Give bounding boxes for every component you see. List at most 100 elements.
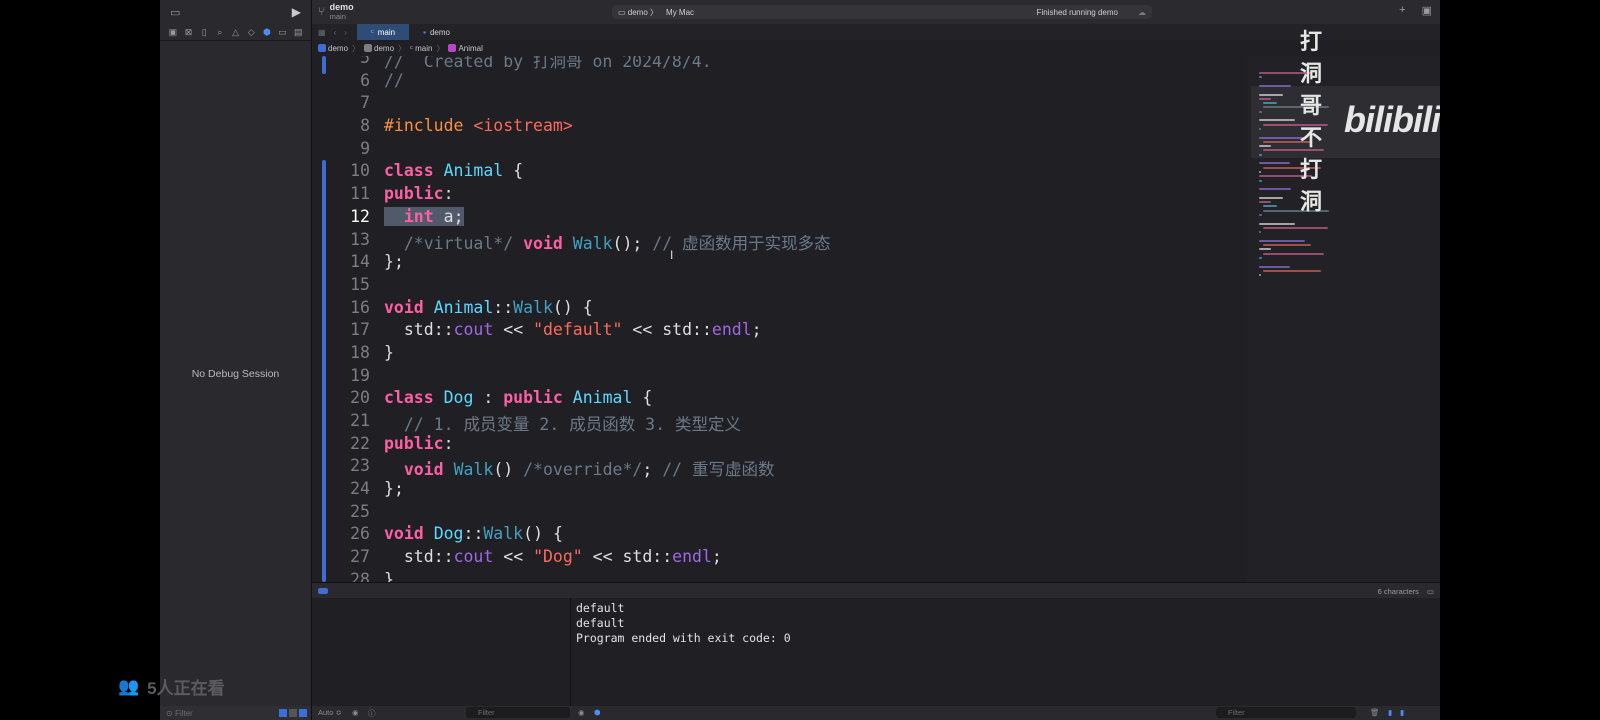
scheme-selector[interactable]: ▭ demo 〉 — [618, 7, 658, 18]
minimap-line — [1263, 102, 1277, 105]
line-number[interactable]: 9 — [312, 139, 384, 162]
branch-name: main — [329, 12, 346, 21]
line-number[interactable]: 21 — [312, 411, 384, 434]
code-text: void Animal::Walk() { — [384, 297, 593, 317]
line-number[interactable]: 22 — [312, 434, 384, 457]
line-number[interactable]: 15 — [312, 275, 384, 298]
selection-count: 6 characters — [1377, 586, 1419, 596]
line-number[interactable]: 16 — [312, 298, 384, 321]
breadcrumb-separator: 〉 — [352, 43, 361, 53]
destination-selector[interactable]: My Mac — [666, 8, 694, 17]
minimap-line — [1259, 110, 1263, 113]
navigator-filter[interactable]: ⊙ Filter — [160, 706, 311, 720]
code-lines: 5// Created by 打洞哥 on 2024/8/4. 6//7 8 #inc… — [312, 56, 831, 582]
back-icon[interactable]: ‹ — [334, 28, 337, 37]
text-cursor-icon: I — [670, 248, 674, 262]
info-icon[interactable]: ⓘ — [368, 708, 376, 719]
line-number[interactable]: 27 — [312, 547, 384, 570]
navigator-tabs: ▣ ⊠ ▯ ⌕ △ ◇ ⬢ ▭ ▤ — [160, 24, 311, 41]
tests-icon[interactable]: ◇ — [246, 27, 256, 38]
minimap-line — [1259, 97, 1271, 100]
project-info[interactable]: ⑂ demo main — [318, 3, 354, 22]
line-number[interactable]: 18 — [312, 343, 384, 366]
bookmark-icon[interactable]: ▯ — [199, 27, 209, 38]
line-number[interactable]: 17 — [312, 320, 384, 343]
add-icon[interactable]: + — [1399, 4, 1405, 17]
cloud-icon: ☁ — [1138, 7, 1146, 17]
issues-icon[interactable]: △ — [231, 27, 241, 38]
activity-viewer[interactable]: ▭ demo 〉 My Mac Finished running demo ☁ — [612, 5, 1152, 19]
line-number[interactable]: 6 — [312, 71, 384, 94]
line-number[interactable]: 10 — [312, 161, 384, 184]
layout-icon[interactable]: ▭ — [1427, 587, 1434, 596]
variables-filter[interactable]: Filter — [466, 707, 570, 718]
split-left-icon[interactable]: ▮ — [1388, 708, 1392, 717]
line-number[interactable]: 20 — [312, 388, 384, 411]
eye-icon[interactable]: ◉ — [578, 708, 585, 717]
code-text: // — [384, 70, 404, 90]
line-number[interactable]: 11 — [312, 184, 384, 207]
code-line: 11 public: — [312, 184, 831, 207]
eye-icon[interactable]: ◉ — [352, 708, 359, 717]
run-button[interactable]: ▶ — [292, 5, 301, 19]
filter-toggle-1[interactable] — [279, 709, 287, 717]
code-line: 26 void Dog::Walk() { — [312, 524, 831, 547]
grid-icon[interactable]: ▦ — [318, 28, 326, 37]
console-target-icon[interactable]: ⬢ — [594, 708, 601, 717]
trash-icon[interactable]: 🗑 — [1370, 708, 1380, 717]
auto-selector[interactable]: Auto ≎ — [318, 708, 342, 717]
line-number[interactable]: 13 — [312, 230, 384, 253]
line-number[interactable]: 19 — [312, 366, 384, 389]
filter-toggle-3[interactable] — [299, 709, 307, 717]
code-text: public: — [384, 433, 454, 453]
split-right-icon[interactable]: ▮ — [1400, 708, 1404, 717]
line-number[interactable]: 25 — [312, 502, 384, 525]
line-number[interactable]: 26 — [312, 524, 384, 547]
breadcrumb-symbol[interactable]: Animal — [448, 44, 483, 53]
folder-icon[interactable]: ▣ — [168, 27, 178, 38]
line-number[interactable]: 5 — [312, 56, 384, 71]
tab-main[interactable]: ᶜ main — [356, 24, 410, 40]
minimap-line — [1259, 136, 1305, 139]
line-number[interactable]: 8 — [312, 116, 384, 139]
line-number[interactable]: 12 — [312, 207, 384, 230]
filter-toggles — [279, 709, 311, 717]
code-line: 20 class Dog : public Animal { — [312, 388, 831, 411]
code-editor[interactable]: 5// Created by 打洞哥 on 2024/8/4. 6//7 8 #inc… — [312, 56, 1247, 582]
breakpoints-icon[interactable]: ▭ — [278, 27, 288, 38]
code-line: 28} — [312, 570, 831, 582]
inspector-toggle-icon[interactable]: ▣ — [1422, 4, 1432, 17]
c-file-icon: ᶜ — [370, 27, 374, 37]
minimap-line — [1259, 127, 1261, 130]
line-number[interactable]: 14 — [312, 252, 384, 275]
breadcrumb-folder-label: demo — [374, 43, 395, 53]
minimap-line — [1259, 84, 1292, 87]
find-icon[interactable]: ⌕ — [215, 27, 225, 38]
minimap-line — [1259, 145, 1271, 148]
source-control-icon[interactable]: ⊠ — [184, 27, 194, 38]
reports-icon[interactable]: ▤ — [293, 27, 303, 38]
forward-icon[interactable]: › — [344, 28, 347, 37]
debug-icon[interactable]: ⬢ — [262, 27, 272, 38]
debug-area-toggle[interactable] — [318, 588, 328, 594]
line-number[interactable]: 7 — [312, 93, 384, 116]
navigator-toolbar: ▭ ▶ — [160, 0, 311, 24]
minimap-line — [1259, 93, 1283, 96]
tab-nav: ▦ ‹ › — [312, 28, 357, 37]
breadcrumb-project[interactable]: demo — [318, 44, 348, 53]
line-number[interactable]: 28 — [312, 570, 384, 582]
line-number[interactable]: 24 — [312, 479, 384, 502]
minimap-line — [1259, 162, 1290, 165]
line-number[interactable]: 23 — [312, 456, 384, 479]
sidebar-toggle-icon[interactable]: ▭ — [170, 6, 180, 19]
console-output[interactable]: default default Program ended with exit … — [571, 598, 1440, 706]
minimap-line — [1259, 153, 1263, 156]
variables-view — [312, 598, 571, 706]
breadcrumb-file[interactable]: ᶜ main — [410, 44, 432, 53]
console-filter[interactable]: Filter — [1216, 707, 1356, 718]
filter-toggle-2[interactable] — [289, 709, 297, 717]
tab-demo[interactable]: ▪ demo — [409, 24, 464, 40]
breadcrumb-folder[interactable]: demo — [364, 44, 394, 53]
debug-navigator: ▭ ▶ ▣ ⊠ ▯ ⌕ △ ◇ ⬢ ▭ ▤ No Debug Session ⊙… — [160, 0, 312, 720]
minimap-line — [1259, 170, 1261, 173]
